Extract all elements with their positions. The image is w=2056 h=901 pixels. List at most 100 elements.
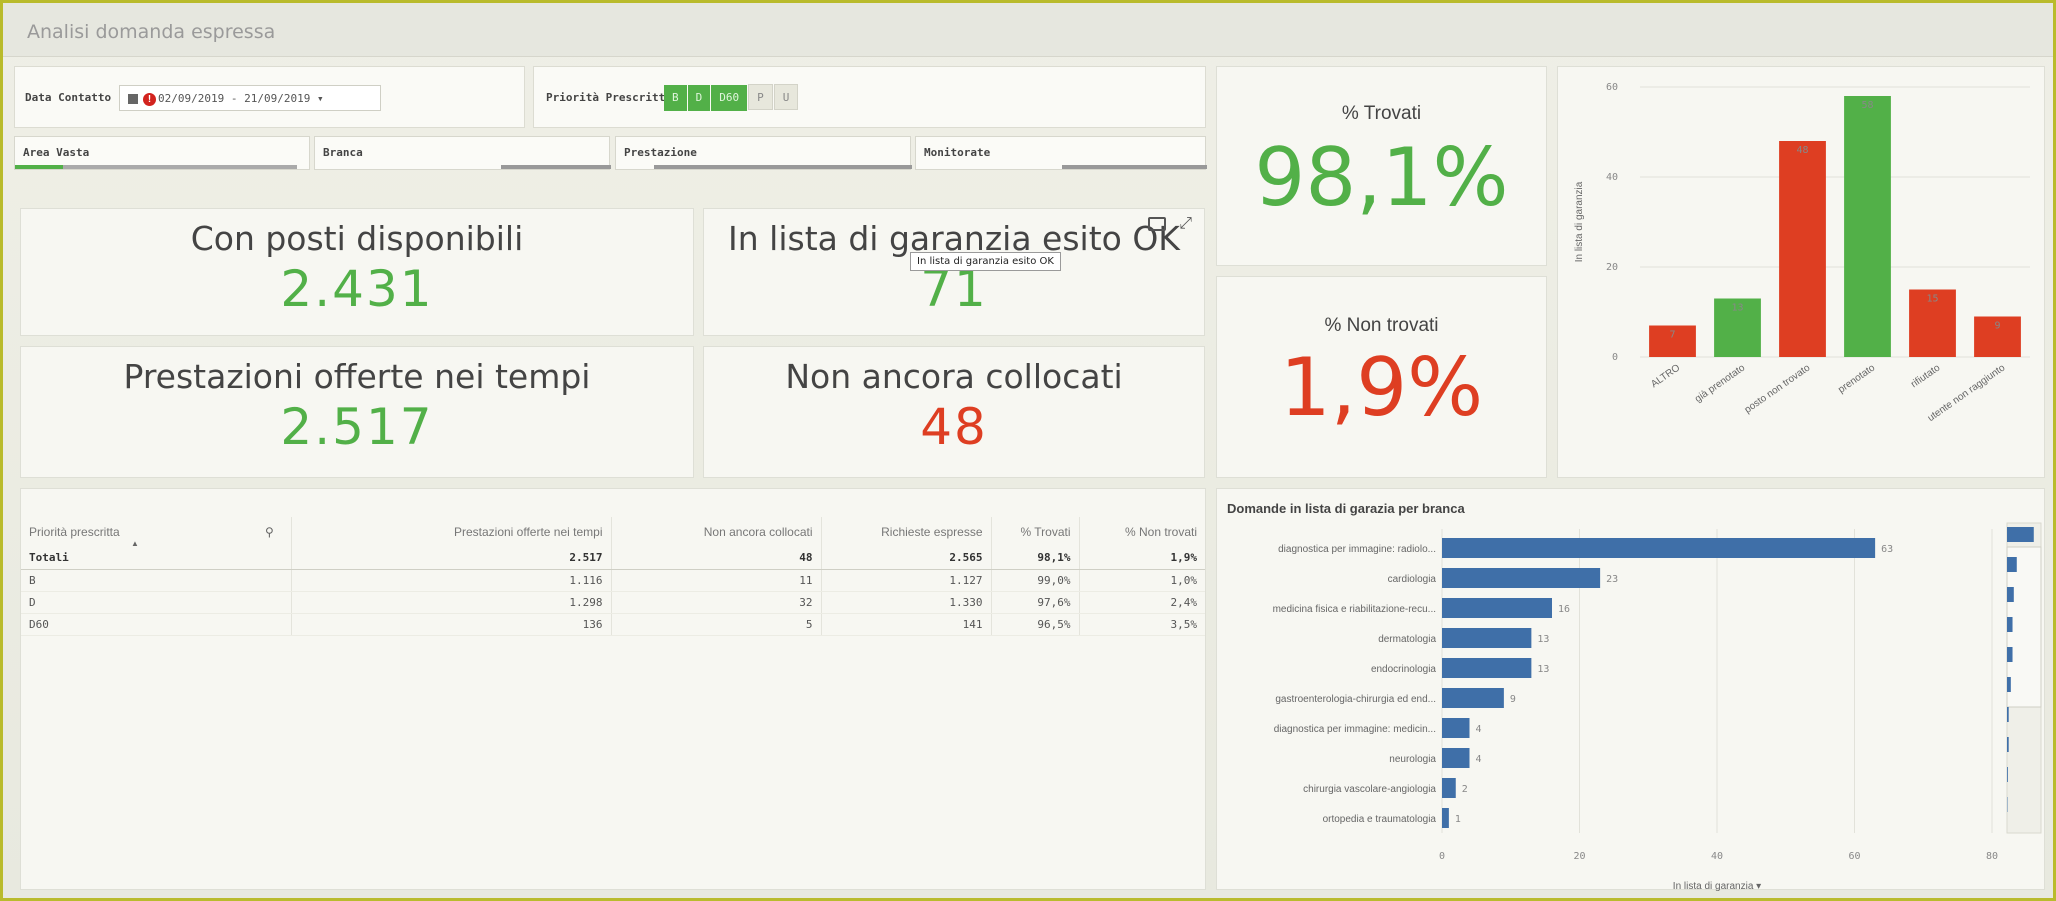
bar <box>1779 141 1826 357</box>
dimension-area-vasta[interactable]: Area Vasta <box>14 136 310 170</box>
dimension-prestazione[interactable]: Prestazione <box>615 136 912 170</box>
search-icon[interactable]: ⚲ <box>265 525 274 539</box>
x-axis-label: In lista di garanzia ▾ <box>1673 881 1761 891</box>
data-label: 9 <box>1994 321 2000 332</box>
app-title-bar: Analisi domanda espressa <box>3 3 2053 57</box>
data-label: 23 <box>1606 574 1618 585</box>
table-cell: Totali <box>21 547 292 570</box>
table-row[interactable]: B 1.116 11 1.127 99,0% 1,0% <box>21 569 1205 592</box>
priorita-chip-u[interactable]: U <box>773 84 799 110</box>
table-cell: 2,4% <box>1079 591 1205 614</box>
x-tick-label: ALTRO <box>1649 362 1682 390</box>
y-axis-label: In lista di garanzia <box>1574 181 1585 262</box>
selection-bar <box>501 165 611 169</box>
data-label: 13 <box>1731 303 1743 314</box>
branca-bar-chart-panel: Domande in lista di garazia per branca 0… <box>1216 488 2045 892</box>
column-header-priorita[interactable]: Priorità prescritta ▲ ⚲ <box>21 517 292 548</box>
table-cell: D <box>21 591 292 614</box>
column-header-label: Priorità prescritta <box>29 525 120 539</box>
expand-icon[interactable]: ⤢ <box>1179 213 1192 233</box>
y-tick-label: 0 <box>1612 352 1618 363</box>
priorita-chip-p[interactable]: P <box>748 84 773 110</box>
y-tick-label: chirurgia vascolare-angiologia <box>1303 784 1436 795</box>
selection-bar <box>1062 165 1207 169</box>
bar <box>1442 658 1532 678</box>
kpi-value: 48 <box>920 398 988 456</box>
x-tick-label: 40 <box>1711 851 1723 862</box>
dimension-label: Prestazione <box>624 146 697 159</box>
tooltip: In lista di garanzia esito OK <box>910 252 1061 271</box>
table-cell: 141 <box>821 613 992 636</box>
table-cell: 99,0% <box>991 569 1080 592</box>
branca-bar-chart: 0 20 40 60 80 diagnostica per immagine: radio… <box>1273 522 2042 892</box>
column-header[interactable]: % Trovati <box>991 517 1080 547</box>
bar <box>1442 748 1470 768</box>
priorita-label: Priorità Prescritta <box>546 91 672 104</box>
mini-bar <box>2007 737 2009 752</box>
data-label: 1 <box>1455 814 1461 825</box>
table-cell: 1.298 <box>291 591 612 614</box>
kpi-garanzia-ok: In lista di garanzia esito OK 71 ⤢ <box>703 208 1205 336</box>
dimension-monitorate[interactable]: Monitorate <box>915 136 1207 170</box>
chart-title: Domande in lista di garazia per branca <box>1227 501 1465 516</box>
selection-bar-selected <box>15 165 63 169</box>
column-header[interactable]: Richieste espresse <box>821 517 992 547</box>
bar <box>1844 96 1891 357</box>
y-tick-label: endocrinologia <box>1371 664 1436 675</box>
kpi-prestazioni-offerte: Prestazioni offerte nei tempi 2.517 <box>20 346 694 478</box>
table-cell: 98,1% <box>991 547 1080 570</box>
data-label: 13 <box>1537 664 1549 675</box>
priorita-chip-d[interactable]: D <box>687 85 711 111</box>
y-tick-label: 20 <box>1606 262 1618 273</box>
mini-bar <box>2007 677 2011 692</box>
priorita-chip-b[interactable]: B <box>664 85 687 111</box>
table-cell: 96,5% <box>991 613 1080 636</box>
table-cell: 48 <box>611 547 822 570</box>
app-title: Analisi domanda espressa <box>27 21 276 43</box>
priorita-filter: Priorità Prescritta B D D60 P U <box>533 66 1206 128</box>
y-tick-label: medicina fisica e riabilitazione-recu... <box>1273 604 1436 615</box>
table-cell: 32 <box>611 591 822 614</box>
dimension-branca[interactable]: Branca <box>314 136 611 170</box>
y-tick-label: neurologia <box>1389 754 1436 765</box>
column-header[interactable]: % Non trovati <box>1079 517 1205 547</box>
priorita-chip-group: B D D60 P U <box>664 84 799 111</box>
column-header[interactable]: Prestazioni offerte nei tempi <box>291 517 612 547</box>
kpi-title: Con posti disponibili <box>190 219 524 258</box>
priorita-chip-d60[interactable]: D60 <box>711 85 748 111</box>
x-tick-label: 0 <box>1439 851 1445 862</box>
data-label: 15 <box>1926 294 1938 305</box>
priorita-table-panel: Priorità prescritta ▲ ⚲ Prestazioni offert… <box>20 488 1206 890</box>
kpi-value: 98,1% <box>1254 131 1509 224</box>
snapshot-icon[interactable] <box>1148 217 1166 231</box>
table-total-row: Totali 2.517 48 2.565 98,1% 1,9% <box>21 547 1205 570</box>
bar <box>1442 628 1532 648</box>
data-label: 9 <box>1510 694 1516 705</box>
table-cell: 136 <box>291 613 612 636</box>
kpi-value: 1,9% <box>1279 341 1484 434</box>
mini-bar <box>2007 767 2008 782</box>
kpi-title: % Trovati <box>1341 103 1422 124</box>
table-cell: B <box>21 569 292 592</box>
data-label: 4 <box>1476 754 1482 765</box>
x-tick-label: rifiutato <box>1909 362 1943 390</box>
dimension-label: Monitorate <box>924 146 991 159</box>
bar <box>1442 568 1601 588</box>
table-cell: 3,5% <box>1079 613 1205 636</box>
kpi-trovati: % Trovati 98,1% <box>1216 66 1547 266</box>
bar <box>1442 718 1470 738</box>
column-header[interactable]: Non ancora collocati <box>611 517 822 547</box>
mini-bar <box>2007 707 2009 722</box>
y-tick-label: 40 <box>1606 172 1618 183</box>
table-row[interactable]: D 1.298 32 1.330 97,6% 2,4% <box>21 591 1205 614</box>
table-cell: 2.565 <box>821 547 992 570</box>
table-row[interactable]: D60 136 5 141 96,5% 3,5% <box>21 613 1205 636</box>
kpi-title: Prestazioni offerte nei tempi <box>123 357 591 396</box>
data-contatto-filter: Data Contatto ! 02/09/2019 - 21/09/2019 ▾ <box>14 66 525 128</box>
table-cell: D60 <box>21 613 292 636</box>
mini-bar <box>2007 557 2017 572</box>
date-range-picker[interactable]: ! 02/09/2019 - 21/09/2019 ▾ <box>119 85 381 111</box>
y-tick-label: cardiologia <box>1388 574 1437 585</box>
table-cell: 5 <box>611 613 822 636</box>
y-tick-label: dermatologia <box>1378 634 1436 645</box>
